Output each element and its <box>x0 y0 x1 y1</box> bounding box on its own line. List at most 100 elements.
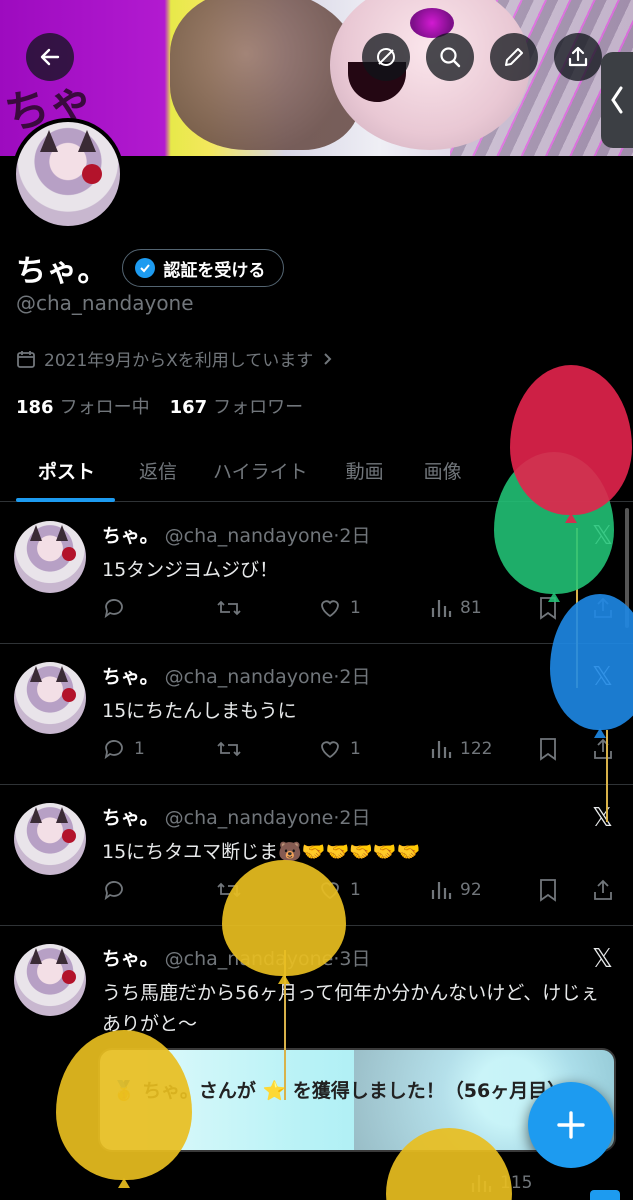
like-count: 1 <box>350 880 361 900</box>
search-icon <box>440 47 461 68</box>
reply-icon <box>104 881 123 901</box>
profile-handle: @cha_nandayone <box>16 291 194 315</box>
post-header: ちゃ。 @cha_nandayone·2日 <box>102 662 370 689</box>
like-count: 1 <box>350 598 361 618</box>
post-author-handle[interactable]: @cha_nandayone <box>165 525 334 547</box>
like-button[interactable]: 1 <box>318 593 361 623</box>
get-verified-label: 認証を受ける <box>163 260 266 281</box>
bookmark-button[interactable] <box>538 875 558 905</box>
views-count: 122 <box>460 739 493 759</box>
share-post-button[interactable] <box>592 734 614 764</box>
post-avatar[interactable] <box>14 521 86 593</box>
post-header: ちゃ。 @cha_nandayone·2日 <box>102 521 370 548</box>
post-header: ちゃ。 @cha_nandayone·2日 <box>102 803 370 830</box>
post-author-name[interactable]: ちゃ。 <box>102 666 159 688</box>
followers-label: フォロワー <box>213 397 304 418</box>
tab-images[interactable]: 画像 <box>424 438 482 502</box>
plus-icon <box>557 1111 585 1139</box>
post-text: 15にちたんしまもうに <box>102 700 297 722</box>
repost-button[interactable] <box>216 734 242 764</box>
post-avatar[interactable] <box>14 662 86 734</box>
get-verified-button[interactable]: 認証を受ける <box>122 249 285 287</box>
post-item[interactable]: ちゃ。 @cha_nandayone·2日 𝕏 15にちたんしまもうに 1 1 … <box>0 644 633 785</box>
post-time[interactable]: ·2日 <box>333 807 370 829</box>
views-count: 92 <box>460 880 482 900</box>
share-icon <box>568 46 588 67</box>
reply-button[interactable] <box>102 875 134 905</box>
tab-videos[interactable]: 動画 <box>346 438 424 502</box>
post-actions: 1 92 <box>102 875 612 905</box>
pencil-icon <box>505 48 523 66</box>
joined-date-text: 2021年9月からXを利用しています <box>44 351 314 371</box>
avatar-art-ear <box>78 130 96 152</box>
balloon-red <box>510 365 632 515</box>
post-author-name[interactable]: ちゃ。 <box>102 525 159 547</box>
bookmark-icon <box>540 879 556 902</box>
edit-button[interactable] <box>490 33 538 81</box>
verified-badge-icon <box>135 258 156 278</box>
post-time[interactable]: ·2日 <box>333 525 370 547</box>
share-post-button[interactable] <box>592 875 614 905</box>
following-count: 186 <box>16 397 54 418</box>
avatar-art-ear <box>40 130 58 152</box>
profile-name-row: ちゃ。 認証を受ける <box>16 246 285 290</box>
followers-link[interactable]: 167 フォロワー <box>170 393 304 419</box>
share-icon <box>594 879 612 900</box>
post-text: うち馬鹿だから56ヶ月って何年か分かんないけど、けじぇありがと〜 <box>102 982 600 1035</box>
tab-highlights[interactable]: ハイライト <box>213 438 346 502</box>
post-author-name[interactable]: ちゃ。 <box>102 948 159 970</box>
compose-button[interactable] <box>528 1082 614 1168</box>
chevron-right-icon <box>324 352 332 365</box>
post-time[interactable]: ·2日 <box>333 666 370 688</box>
hide-button[interactable] <box>362 33 410 81</box>
views-button[interactable]: 81 <box>430 593 482 623</box>
reply-button[interactable]: 1 <box>102 734 145 764</box>
analytics-icon <box>431 882 452 899</box>
eye-slash-icon <box>377 48 395 66</box>
back-arrow-icon <box>40 48 60 66</box>
reply-count: 1 <box>134 739 145 759</box>
views-count: 81 <box>460 598 482 618</box>
post-actions: 1 1 122 <box>102 734 612 764</box>
side-panel-handle[interactable] <box>601 52 633 148</box>
tab-posts[interactable]: ポスト <box>0 438 131 502</box>
following-link[interactable]: 186 フォロー中 <box>16 393 150 419</box>
avatar-art-rose <box>82 164 102 184</box>
post-author-handle[interactable]: @cha_nandayone <box>165 807 334 829</box>
x-logo-icon[interactable]: 𝕏 <box>592 803 613 833</box>
calendar-icon <box>17 350 35 368</box>
analytics-icon <box>431 741 452 758</box>
reply-button[interactable] <box>102 593 134 623</box>
repost-icon <box>217 600 241 616</box>
views-button[interactable]: 122 <box>430 734 492 764</box>
followers-count: 167 <box>169 397 208 418</box>
profile-avatar[interactable] <box>12 118 124 230</box>
post-avatar[interactable] <box>14 944 86 1016</box>
profile-name: ちゃ。 <box>16 254 109 289</box>
tab-replies[interactable]: 返信 <box>131 438 213 502</box>
bookmark-icon <box>540 738 556 761</box>
analytics-icon <box>431 600 452 617</box>
repost-button[interactable] <box>216 593 242 623</box>
post-time[interactable]: ·3日 <box>333 948 370 970</box>
post-avatar[interactable] <box>14 803 86 875</box>
repost-icon <box>217 741 241 757</box>
x-logo-icon[interactable]: 𝕏 <box>592 944 613 974</box>
following-label: フォロー中 <box>59 397 150 418</box>
joined-date[interactable]: 2021年9月からXを利用しています <box>16 346 335 371</box>
balloon-string <box>606 730 608 822</box>
back-button[interactable] <box>26 33 74 81</box>
post-actions: 1 81 <box>102 593 612 623</box>
views-button[interactable]: 92 <box>430 875 482 905</box>
follow-stats: 186 フォロー中 167 フォロワー <box>16 393 303 419</box>
post-author-handle[interactable]: @cha_nandayone <box>165 666 334 688</box>
balloon-yellow <box>222 860 346 976</box>
heart-icon <box>321 600 339 618</box>
bookmark-button[interactable] <box>538 734 558 764</box>
like-button[interactable]: 1 <box>318 734 361 764</box>
post-author-name[interactable]: ちゃ。 <box>102 807 159 829</box>
search-button[interactable] <box>426 33 474 81</box>
share-button[interactable] <box>554 33 602 81</box>
like-count: 1 <box>350 739 361 759</box>
heart-icon <box>321 741 339 759</box>
